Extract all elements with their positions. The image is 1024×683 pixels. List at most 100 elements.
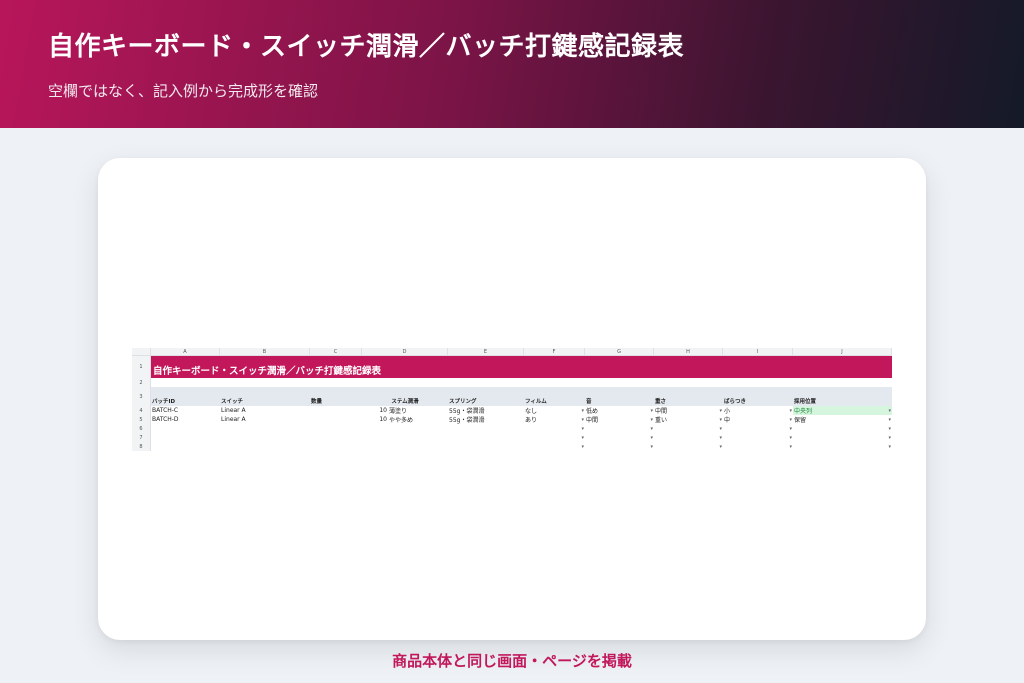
- page-header: 自作キーボード・スイッチ潤滑／バッチ打鍵感記録表 空欄ではなく、記入例から完成形…: [0, 0, 1024, 128]
- cell-position-dropdown[interactable]: 中央列: [793, 406, 892, 415]
- cell-stem[interactable]: 10 やや多め: [362, 415, 448, 424]
- cell-qty[interactable]: [310, 442, 362, 451]
- column-header-h[interactable]: H: [654, 348, 723, 356]
- cell-switch[interactable]: Linear A: [220, 406, 310, 415]
- column-header-g[interactable]: G: [585, 348, 654, 356]
- column-header-c[interactable]: C: [310, 348, 362, 356]
- row-number[interactable]: 1: [132, 356, 151, 378]
- cell-variance-dropdown[interactable]: [723, 442, 793, 451]
- cell-stem-text: 薄塗り: [389, 408, 408, 415]
- page-subtitle: 空欄ではなく、記入例から完成形を確認: [48, 82, 319, 100]
- cell-position-dropdown[interactable]: [793, 424, 892, 433]
- cell-stem[interactable]: 10 薄塗り: [362, 406, 448, 415]
- cell-sound-dropdown[interactable]: [585, 433, 654, 442]
- column-header-b[interactable]: B: [220, 348, 310, 356]
- cell-batch-id[interactable]: [151, 442, 220, 451]
- cell-spring[interactable]: [448, 433, 524, 442]
- cell-batch-id[interactable]: [151, 433, 220, 442]
- cell-variance-dropdown[interactable]: 中: [723, 415, 793, 425]
- cell-position-dropdown[interactable]: [793, 442, 892, 451]
- cell-film-dropdown[interactable]: [524, 442, 585, 451]
- cell-switch[interactable]: [220, 442, 310, 451]
- cell-switch[interactable]: Linear A: [220, 415, 310, 424]
- header-cell-weight[interactable]: 重さ: [654, 387, 723, 406]
- table-row: 6: [132, 424, 892, 433]
- cell-spring[interactable]: 55g・袋潤滑: [448, 406, 524, 415]
- table-row: 4 BATCH-C Linear A 10 薄塗り 55g・袋潤滑 なし 低め …: [132, 406, 892, 415]
- cell-weight-dropdown[interactable]: 中間: [654, 406, 723, 416]
- cell-film-dropdown[interactable]: [524, 433, 585, 442]
- cell-weight-dropdown[interactable]: [654, 433, 723, 442]
- cell-stem[interactable]: [362, 424, 448, 433]
- cell-sound-dropdown[interactable]: 低め: [585, 406, 654, 416]
- column-header-row: A B C D E F G H I J: [132, 348, 892, 356]
- header-cell-stem[interactable]: ステム潤滑: [362, 387, 448, 406]
- header-cell-batch-id[interactable]: バッチID: [151, 387, 220, 406]
- column-header-e[interactable]: E: [448, 348, 524, 356]
- column-header-j[interactable]: J: [793, 348, 892, 356]
- corner-cell: [132, 348, 151, 356]
- cell-stem-qty: 10: [379, 407, 387, 414]
- row-number[interactable]: 2: [132, 378, 151, 387]
- cell-qty[interactable]: [310, 424, 362, 433]
- cell-film-dropdown[interactable]: あり: [524, 415, 585, 425]
- cell-film-dropdown[interactable]: なし: [524, 406, 585, 416]
- footer-caption: 商品本体と同じ画面・ページを掲載: [392, 652, 632, 670]
- column-header-i[interactable]: I: [723, 348, 793, 356]
- header-cell-variance[interactable]: ばらつき: [723, 387, 793, 406]
- cell-stem[interactable]: [362, 442, 448, 451]
- cell-stem-qty: 10: [379, 416, 387, 423]
- cell-film-dropdown[interactable]: [524, 424, 585, 433]
- cell-weight-dropdown[interactable]: 重い: [654, 415, 723, 425]
- header-cell-position[interactable]: 採用位置: [793, 387, 892, 406]
- cell-variance-dropdown[interactable]: [723, 424, 793, 433]
- cell-batch-id[interactable]: [151, 424, 220, 433]
- cell-spring[interactable]: 55g・袋潤滑: [448, 415, 524, 424]
- header-cell-spring[interactable]: スプリング: [448, 387, 524, 406]
- header-cell-qty[interactable]: 数量: [310, 387, 362, 406]
- blank-row[interactable]: [151, 378, 892, 387]
- cell-qty[interactable]: [310, 433, 362, 442]
- cell-stem-text: やや多め: [389, 417, 414, 424]
- cell-weight-dropdown[interactable]: [654, 424, 723, 433]
- cell-sound-dropdown[interactable]: 中間: [585, 415, 654, 425]
- preview-card: A B C D E F G H I J 1 自作キーボード・スイッチ潤滑／バッチ…: [98, 158, 926, 640]
- cell-position-dropdown[interactable]: 保留: [793, 415, 892, 425]
- sheet-row: 2: [132, 378, 892, 387]
- header-cell-film[interactable]: フィルム: [524, 387, 585, 406]
- column-header-f[interactable]: F: [524, 348, 585, 356]
- column-header-a[interactable]: A: [151, 348, 220, 356]
- sheet-header-row: 3 バッチID スイッチ 数量 ステム潤滑 スプリング フィルム 音 重さ ばら…: [132, 387, 892, 406]
- row-number[interactable]: 4: [132, 406, 151, 415]
- cell-sound-dropdown[interactable]: [585, 424, 654, 433]
- cell-qty[interactable]: [310, 406, 362, 415]
- cell-spring[interactable]: [448, 442, 524, 451]
- row-number[interactable]: 6: [132, 424, 151, 433]
- cell-qty[interactable]: [310, 415, 362, 424]
- column-header-d[interactable]: D: [362, 348, 448, 356]
- row-number[interactable]: 3: [132, 387, 151, 406]
- table-row: 8: [132, 442, 892, 451]
- cell-batch-id[interactable]: BATCH-C: [151, 406, 220, 415]
- cell-variance-dropdown[interactable]: [723, 433, 793, 442]
- row-number[interactable]: 8: [132, 442, 151, 451]
- header-cell-switch[interactable]: スイッチ: [220, 387, 310, 406]
- sheet-title-cell[interactable]: 自作キーボード・スイッチ潤滑／バッチ打鍵感記録表: [151, 356, 892, 378]
- header-cell-sound[interactable]: 音: [585, 387, 654, 406]
- cell-sound-dropdown[interactable]: [585, 442, 654, 451]
- cell-batch-id[interactable]: BATCH-D: [151, 415, 220, 424]
- cell-weight-dropdown[interactable]: [654, 442, 723, 451]
- cell-stem[interactable]: [362, 433, 448, 442]
- cell-spring[interactable]: [448, 424, 524, 433]
- page-title: 自作キーボード・スイッチ潤滑／バッチ打鍵感記録表: [48, 32, 685, 62]
- table-row: 7: [132, 433, 892, 442]
- spreadsheet-preview: A B C D E F G H I J 1 自作キーボード・スイッチ潤滑／バッチ…: [132, 348, 892, 451]
- cell-position-dropdown[interactable]: [793, 433, 892, 442]
- table-row: 5 BATCH-D Linear A 10 やや多め 55g・袋潤滑 あり 中間…: [132, 415, 892, 424]
- cell-switch[interactable]: [220, 433, 310, 442]
- cell-switch[interactable]: [220, 424, 310, 433]
- row-number[interactable]: 5: [132, 415, 151, 424]
- cell-variance-dropdown[interactable]: 小: [723, 406, 793, 416]
- row-number[interactable]: 7: [132, 433, 151, 442]
- sheet-row: 1 自作キーボード・スイッチ潤滑／バッチ打鍵感記録表: [132, 356, 892, 378]
